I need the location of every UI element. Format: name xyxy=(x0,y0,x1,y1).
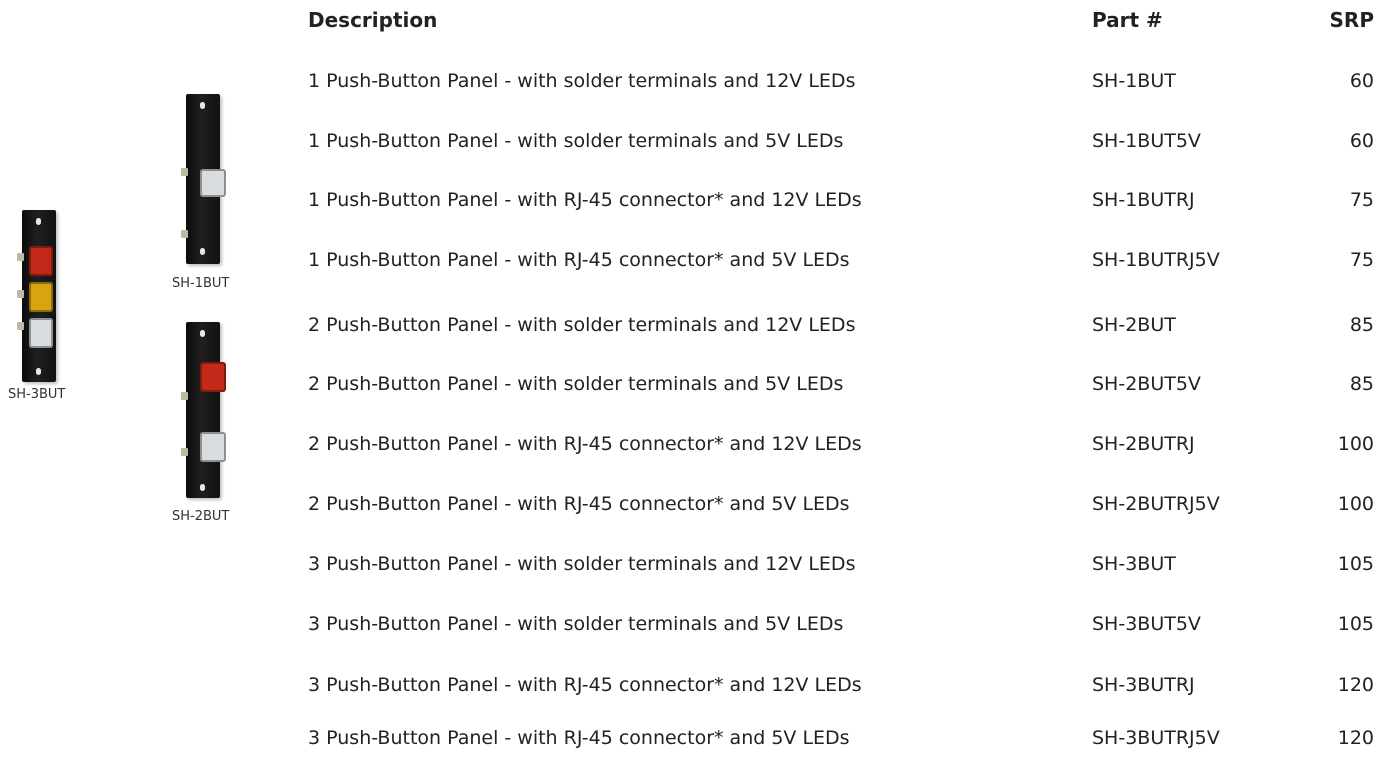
solder-terminal xyxy=(17,253,24,261)
table-header-row: Description Part # SRP xyxy=(300,5,1378,35)
table-row: 3 Push-Button Panel - with solder termin… xyxy=(300,609,1378,639)
row-srp: 100 xyxy=(1337,433,1374,455)
mount-hole xyxy=(36,218,41,225)
row-part-number: SH-1BUTRJ xyxy=(1092,189,1195,211)
mount-hole xyxy=(200,330,205,337)
row-srp: 120 xyxy=(1337,674,1374,696)
row-description: 2 Push-Button Panel - with solder termin… xyxy=(308,314,856,336)
row-part-number: SH-1BUT5V xyxy=(1092,130,1201,152)
mount-hole xyxy=(200,248,205,255)
row-description: 3 Push-Button Panel - with RJ-45 connect… xyxy=(308,727,850,749)
three-button-panel-image xyxy=(22,210,56,382)
mount-hole xyxy=(200,484,205,491)
row-description: 1 Push-Button Panel - with RJ-45 connect… xyxy=(308,249,850,271)
row-description: 2 Push-Button Panel - with solder termin… xyxy=(308,373,844,395)
row-srp: 85 xyxy=(1349,373,1374,395)
row-srp: 85 xyxy=(1349,314,1374,336)
column-header-part: Part # xyxy=(1092,8,1163,32)
table-row: 3 Push-Button Panel - with RJ-45 connect… xyxy=(300,670,1378,700)
row-part-number: SH-2BUTRJ xyxy=(1092,433,1195,455)
row-description: 2 Push-Button Panel - with RJ-45 connect… xyxy=(308,493,850,515)
table-row: 3 Push-Button Panel - with solder termin… xyxy=(300,549,1378,579)
table-row: 2 Push-Button Panel - with RJ-45 connect… xyxy=(300,489,1378,519)
row-description: 3 Push-Button Panel - with RJ-45 connect… xyxy=(308,674,862,696)
row-part-number: SH-2BUT xyxy=(1092,314,1176,336)
solder-terminal xyxy=(181,392,188,400)
table-row: 1 Push-Button Panel - with RJ-45 connect… xyxy=(300,185,1378,215)
row-description: 1 Push-Button Panel - with solder termin… xyxy=(308,70,856,92)
table-row: 2 Push-Button Panel - with solder termin… xyxy=(300,369,1378,399)
solder-terminal xyxy=(181,168,188,176)
mount-hole xyxy=(200,102,205,109)
red-button xyxy=(200,362,226,392)
row-srp: 60 xyxy=(1349,70,1374,92)
product-caption: SH-1BUT xyxy=(172,276,230,291)
row-part-number: SH-1BUT xyxy=(1092,70,1176,92)
table-row: 2 Push-Button Panel - with RJ-45 connect… xyxy=(300,429,1378,459)
row-srp: 120 xyxy=(1337,727,1374,749)
product-caption: SH-2BUT xyxy=(172,509,230,524)
solder-terminal xyxy=(17,322,24,330)
amber-button xyxy=(29,282,53,312)
table-row: 2 Push-Button Panel - with solder termin… xyxy=(300,310,1378,340)
row-srp: 105 xyxy=(1337,553,1374,575)
solder-terminal xyxy=(181,448,188,456)
row-srp: 100 xyxy=(1337,493,1374,515)
row-part-number: SH-2BUTRJ5V xyxy=(1092,493,1220,515)
solder-terminal xyxy=(181,230,188,238)
two-button-panel-image xyxy=(186,322,226,498)
table-row: 1 Push-Button Panel - with solder termin… xyxy=(300,66,1378,96)
row-part-number: SH-3BUTRJ xyxy=(1092,674,1195,696)
row-srp: 60 xyxy=(1349,130,1374,152)
row-description: 3 Push-Button Panel - with solder termin… xyxy=(308,613,844,635)
row-part-number: SH-3BUT xyxy=(1092,553,1176,575)
one-button-panel-image xyxy=(186,94,226,264)
row-part-number: SH-3BUTRJ5V xyxy=(1092,727,1220,749)
solder-terminal xyxy=(17,290,24,298)
row-part-number: SH-3BUT5V xyxy=(1092,613,1201,635)
table-row: 1 Push-Button Panel - with solder termin… xyxy=(300,126,1378,156)
row-description: 1 Push-Button Panel - with solder termin… xyxy=(308,130,844,152)
white-button xyxy=(200,169,226,197)
column-header-description: Description xyxy=(308,8,438,32)
product-caption: SH-3BUT xyxy=(8,387,66,402)
table-row: 1 Push-Button Panel - with RJ-45 connect… xyxy=(300,245,1378,275)
row-description: 2 Push-Button Panel - with RJ-45 connect… xyxy=(308,433,862,455)
row-description: 3 Push-Button Panel - with solder termin… xyxy=(308,553,856,575)
row-srp: 75 xyxy=(1349,249,1374,271)
mount-hole xyxy=(36,368,41,375)
row-srp: 105 xyxy=(1337,613,1374,635)
white-button xyxy=(200,432,226,462)
white-button xyxy=(29,318,53,348)
column-header-srp: SRP xyxy=(1329,8,1374,32)
row-description: 1 Push-Button Panel - with RJ-45 connect… xyxy=(308,189,862,211)
row-part-number: SH-2BUT5V xyxy=(1092,373,1201,395)
row-part-number: SH-1BUTRJ5V xyxy=(1092,249,1220,271)
table-row: 3 Push-Button Panel - with RJ-45 connect… xyxy=(300,723,1378,753)
red-button xyxy=(29,246,53,276)
row-srp: 75 xyxy=(1349,189,1374,211)
